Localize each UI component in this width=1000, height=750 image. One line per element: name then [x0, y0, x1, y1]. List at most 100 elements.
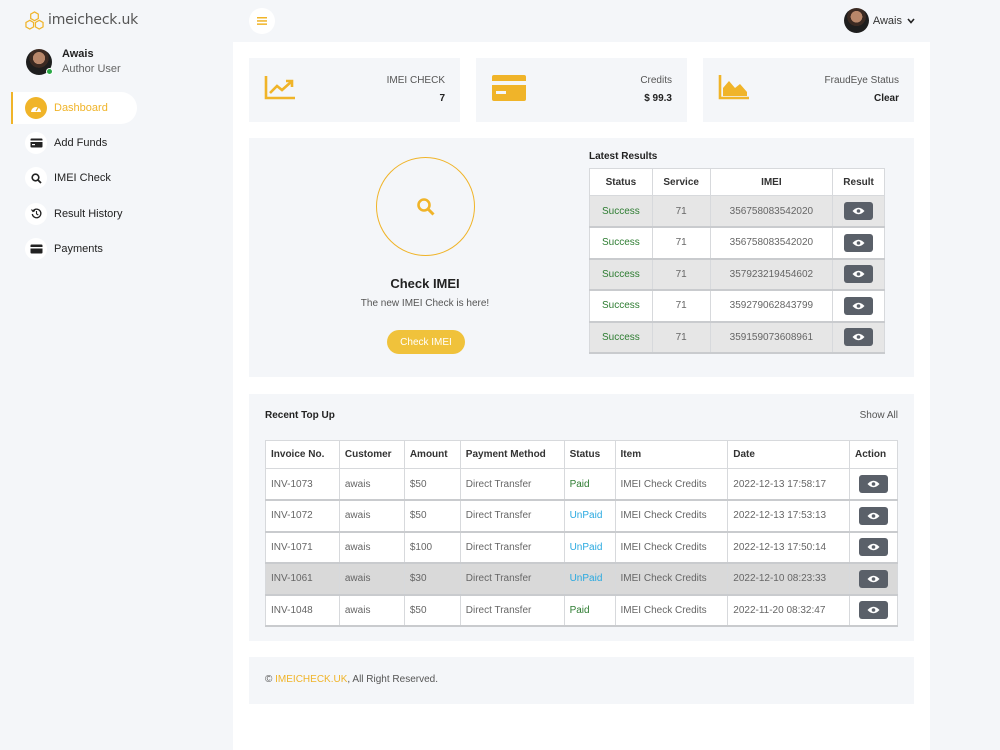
item-cell: IMEI Check Credits	[614, 531, 729, 564]
latest-results-title: Latest Results	[589, 151, 658, 162]
item-cell: IMEI Check Credits	[614, 562, 729, 596]
table-row: INV-1073 awais $50 Direct Transfer Paid …	[265, 468, 899, 501]
view-result-button[interactable]	[844, 296, 874, 315]
imei-cell: 356758083542020	[709, 226, 834, 260]
column-header: Date	[727, 440, 850, 469]
view-result-button[interactable]	[844, 233, 874, 252]
eye-icon	[852, 334, 865, 341]
table-header-row: Status Service IMEI Result	[589, 168, 885, 196]
copyright-prefix: ©	[265, 674, 276, 685]
search-icon	[416, 197, 435, 216]
imei-cell: 359279062843799	[709, 289, 834, 323]
imei-cell: 359159073608961	[709, 321, 834, 354]
stat-card-credits: Credits $ 99.3	[476, 58, 687, 122]
footer-brand-link[interactable]: IMEICHECK.UK	[275, 674, 347, 685]
user-role: Author User	[62, 63, 121, 75]
user-menu[interactable]: Awais	[843, 8, 915, 33]
wallet-icon	[25, 237, 47, 260]
view-invoice-button[interactable]	[858, 506, 888, 525]
show-all-link[interactable]: Show All	[860, 410, 898, 421]
recent-top-up-panel: Recent Top Up Show All Invoice No. Custo…	[249, 394, 914, 641]
search-icon	[25, 167, 47, 190]
sidebar: imeicheck.uk Awais Author User Dashboard…	[0, 0, 163, 750]
invoice-cell: INV-1071	[265, 531, 340, 564]
table-row: INV-1048 awais $50 Direct Transfer Paid …	[265, 594, 899, 627]
payment-method-cell: Direct Transfer	[459, 531, 565, 564]
credit-card-icon	[25, 132, 47, 155]
online-status-dot	[46, 67, 53, 75]
view-invoice-button[interactable]	[858, 601, 888, 620]
amount-cell: $50	[403, 499, 461, 533]
date-cell: 2022-12-13 17:58:17	[727, 468, 850, 501]
column-header: Customer	[338, 440, 405, 469]
logo-text: imeicheck.uk	[48, 12, 139, 28]
sidebar-item-payments[interactable]: Payments	[11, 233, 137, 265]
view-result-button[interactable]	[844, 265, 874, 284]
service-cell: 71	[651, 195, 711, 228]
customer-cell: awais	[338, 468, 405, 501]
invoice-cell: INV-1048	[265, 594, 340, 627]
view-result-button[interactable]	[844, 202, 874, 220]
latest-results-table: Status Service IMEI Result Success 71 35…	[589, 168, 885, 354]
status-cell: Success	[589, 258, 653, 291]
stat-card-imei-check: IMEI CHECK 7	[249, 58, 460, 122]
column-header: Status	[589, 168, 653, 196]
service-cell: 71	[651, 321, 711, 354]
status-cell: Success	[589, 226, 653, 260]
status-cell: Success	[589, 195, 653, 228]
view-result-button[interactable]	[844, 328, 874, 347]
invoice-cell: INV-1073	[265, 468, 340, 501]
sidebar-item-result-history[interactable]: Result History	[11, 198, 137, 230]
date-cell: 2022-12-10 08:23:33	[727, 562, 850, 596]
eye-icon	[867, 480, 880, 488]
customer-cell: awais	[338, 531, 405, 564]
check-imei-button[interactable]: Check IMEI	[387, 330, 465, 354]
column-header: Invoice No.	[265, 440, 340, 469]
menu-toggle-button[interactable]	[249, 8, 275, 34]
stat-value: Clear	[873, 93, 899, 104]
eye-icon	[852, 239, 865, 246]
area-chart-icon	[718, 74, 750, 103]
sidebar-item-label: Result History	[54, 207, 123, 220]
customer-cell: awais	[338, 562, 405, 596]
view-invoice-button[interactable]	[858, 569, 888, 588]
stat-card-fraudeye-status: FraudEye Status Clear	[703, 58, 914, 122]
table-row: Success 71 359279062843799	[589, 289, 885, 323]
table-row: Success 71 356758083542020	[589, 195, 885, 228]
status-cell: UnPaid	[563, 531, 616, 564]
column-header: Payment Method	[459, 440, 565, 469]
sidebar-item-dashboard[interactable]: Dashboard	[11, 92, 137, 124]
imei-cell: 356758083542020	[709, 195, 834, 228]
amount-cell: $50	[403, 468, 461, 501]
table-header-row: Invoice No. Customer Amount Payment Meth…	[265, 440, 899, 469]
status-cell: Success	[589, 289, 653, 323]
sidebar-item-label: Add Funds	[54, 137, 108, 150]
eye-icon	[852, 207, 865, 215]
amount-cell: $30	[403, 562, 461, 596]
column-header: Result	[832, 168, 885, 196]
search-circle[interactable]	[376, 157, 475, 256]
status-cell: Success	[589, 321, 653, 354]
item-cell: IMEI Check Credits	[614, 594, 729, 627]
user-profile[interactable]: Awais Author User	[26, 48, 121, 75]
stat-label: FraudEye Status	[824, 75, 899, 86]
user-menu-name: Awais	[872, 14, 902, 27]
sidebar-item-label: Payments	[54, 242, 103, 255]
logo-icon	[25, 10, 44, 30]
logo[interactable]: imeicheck.uk	[25, 10, 139, 30]
copyright-suffix: , All Right Reserved.	[347, 674, 438, 685]
column-header: Service	[651, 168, 711, 196]
sidebar-item-add-funds[interactable]: Add Funds	[11, 127, 137, 159]
status-cell: UnPaid	[563, 562, 616, 596]
recent-top-up-title: Recent Top Up	[265, 410, 335, 421]
status-cell: Paid	[563, 594, 616, 627]
sidebar-item-imei-check[interactable]: IMEI Check	[11, 162, 137, 194]
view-invoice-button[interactable]	[858, 538, 888, 557]
avatar	[843, 8, 869, 33]
amount-cell: $100	[403, 531, 461, 564]
stat-value: 7	[439, 93, 445, 104]
payment-method-cell: Direct Transfer	[459, 468, 565, 501]
chevron-down-icon	[907, 16, 915, 26]
view-invoice-button[interactable]	[858, 475, 888, 493]
copyright-text: © IMEICHECK.UK, All Right Reserved.	[265, 674, 438, 685]
